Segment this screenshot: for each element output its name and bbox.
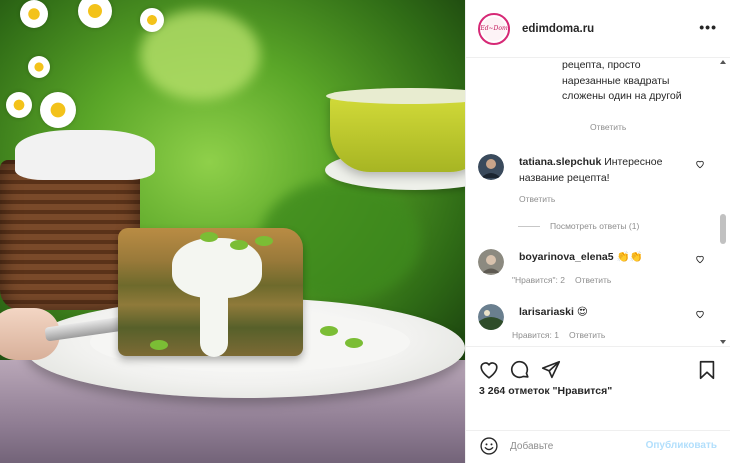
comment-username[interactable]: boyarinova_elena5: [519, 251, 614, 263]
heart-icon[interactable]: [478, 359, 500, 381]
comment-meta: Нравится: 1 Ответить: [512, 330, 605, 340]
comment-text: 😍: [576, 306, 588, 318]
view-replies-line: [518, 225, 540, 227]
add-comment-bar: Опубликовать: [466, 430, 730, 463]
microgreen-sprout: [200, 232, 218, 242]
comment-username[interactable]: larisariaski: [519, 306, 574, 318]
comment-reply-link[interactable]: Ответить: [569, 330, 605, 340]
microgreen-sprout: [230, 240, 248, 250]
comment-body: tatiana.slepchuk Интересное название рец…: [519, 154, 694, 186]
emoji-icon[interactable]: [479, 436, 499, 456]
comment-icon[interactable]: [509, 359, 531, 381]
comment-likes[interactable]: "Нравится": 2: [512, 275, 565, 285]
caption-reply-link[interactable]: Ответить: [590, 122, 626, 132]
instagram-post-modal: Ed~Dom edimdoma.ru ••• рецепта, просто н…: [0, 0, 730, 463]
more-options-icon[interactable]: •••: [699, 20, 717, 34]
sour-cream-drip: [200, 285, 228, 357]
basket-cloth: [15, 130, 155, 180]
scrollbar-thumb[interactable]: [720, 214, 726, 244]
comment-reply-link[interactable]: Ответить: [575, 275, 611, 285]
microgreen-sprout: [255, 236, 273, 246]
comment-avatar[interactable]: [478, 304, 504, 330]
daisy-flower: [6, 92, 32, 118]
daisy-flower: [28, 56, 50, 78]
likes-count[interactable]: 3 264 отметок "Нравится": [479, 385, 612, 397]
comment-input[interactable]: [510, 437, 630, 455]
comment-likes[interactable]: Нравится: 1: [512, 330, 559, 340]
caption-text: рецепта, просто нарезанные квадраты слож…: [562, 59, 682, 102]
avatar-logo: Ed~Dom: [480, 16, 508, 41]
comment-username[interactable]: tatiana.slepchuk: [519, 156, 601, 168]
comments-scrollbar[interactable]: [719, 58, 727, 346]
comments-list: рецепта, просто нарезанные квадраты слож…: [466, 58, 730, 346]
daisy-flower: [20, 0, 48, 28]
daisy-flower: [40, 92, 76, 128]
daisy-flower: [78, 0, 112, 28]
post-actions: 3 264 отметок "Нравится": [466, 346, 730, 430]
avatar[interactable]: Ed~Dom: [478, 12, 510, 45]
post-photo[interactable]: [0, 0, 465, 463]
comment-meta: Ответить: [519, 194, 555, 204]
comment-avatar[interactable]: [478, 249, 504, 275]
view-replies-link[interactable]: Посмотреть ответы (1): [518, 221, 639, 231]
microgreen-sprout: [345, 338, 363, 348]
microgreen-sprout: [320, 326, 338, 336]
comment-text: 👏👏: [616, 251, 643, 263]
comment-avatar[interactable]: [478, 154, 504, 180]
comment-like-heart-icon[interactable]: [695, 159, 705, 169]
post-header: Ed~Dom edimdoma.ru •••: [466, 0, 730, 58]
daisy-flower: [140, 8, 164, 32]
view-replies-label[interactable]: Посмотреть ответы (1): [550, 221, 639, 231]
comment-body: boyarinova_elena5 👏👏: [519, 249, 694, 265]
comment-meta: "Нравится": 2 Ответить: [512, 275, 611, 285]
background-dish: [330, 92, 465, 172]
comment-body: larisariaski 😍: [519, 304, 694, 320]
header-username[interactable]: edimdoma.ru: [522, 23, 594, 35]
bookmark-icon[interactable]: [696, 359, 718, 381]
scroll-up-arrow-icon[interactable]: [720, 60, 726, 64]
publish-button[interactable]: Опубликовать: [646, 440, 717, 451]
scroll-down-arrow-icon[interactable]: [720, 340, 726, 344]
comment-reply-link[interactable]: Ответить: [519, 194, 555, 204]
share-icon[interactable]: [540, 359, 562, 381]
comment-like-heart-icon[interactable]: [695, 309, 705, 319]
comment-like-heart-icon[interactable]: [695, 254, 705, 264]
post-sidebar: Ed~Dom edimdoma.ru ••• рецепта, просто н…: [465, 0, 730, 463]
microgreen-sprout: [150, 340, 168, 350]
